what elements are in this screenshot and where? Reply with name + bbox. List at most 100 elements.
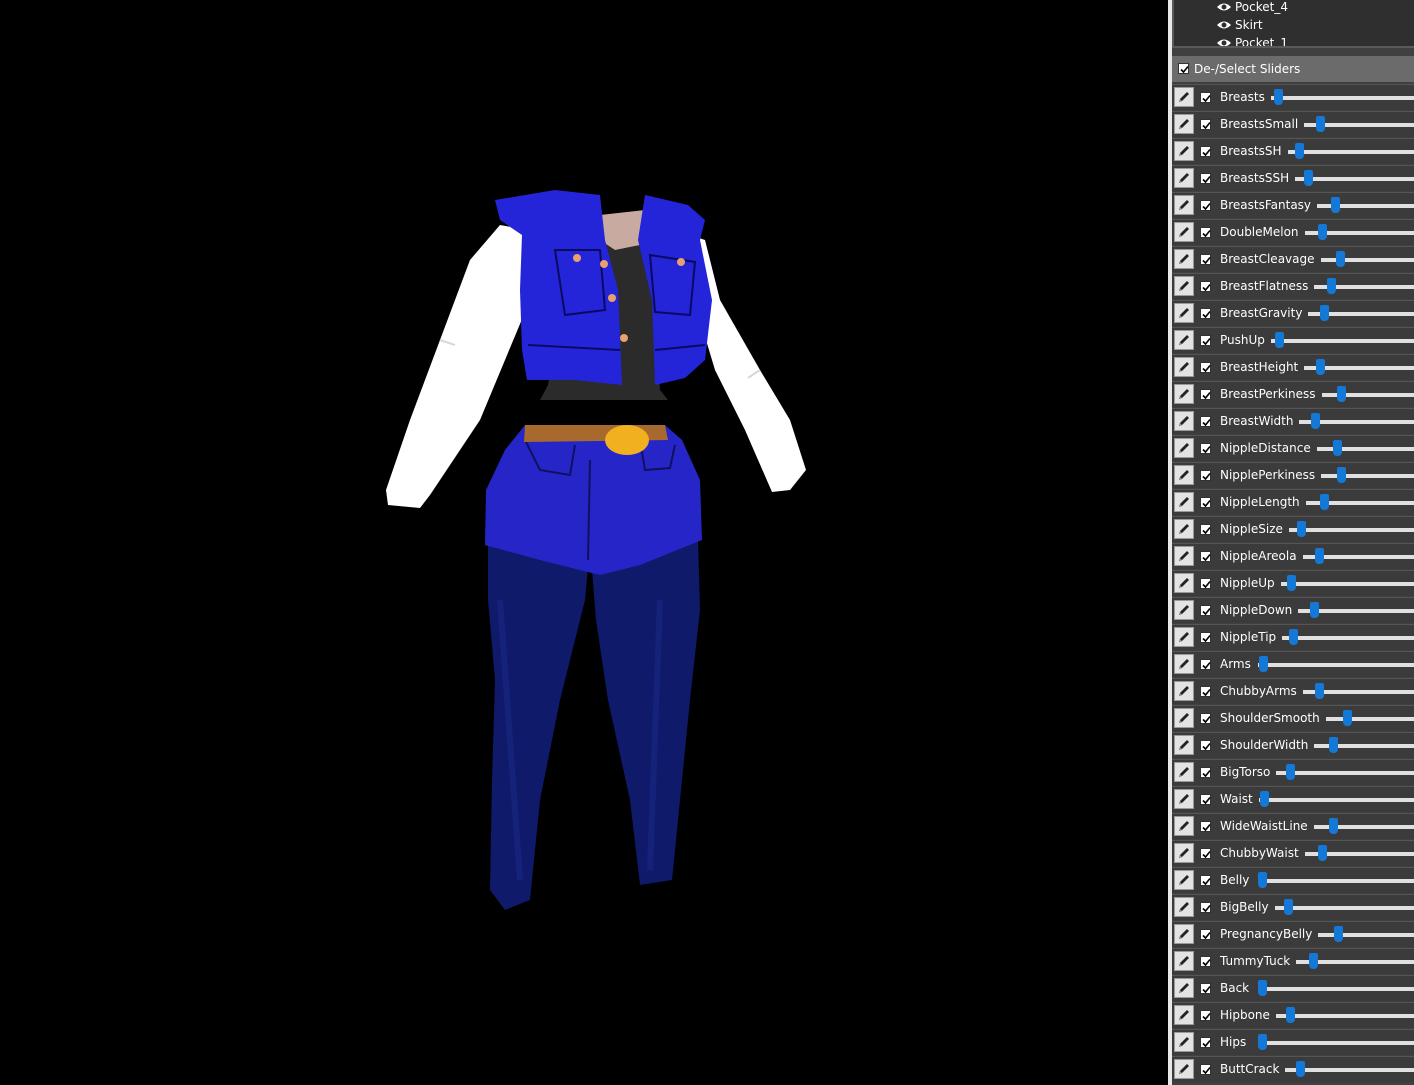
slider-edit-button[interactable] (1174, 681, 1194, 701)
slider-checkbox[interactable] (1200, 551, 1211, 562)
slider-thumb[interactable] (1258, 1034, 1267, 1050)
slider-track[interactable] (1258, 1041, 1414, 1045)
slider-thumb[interactable] (1289, 629, 1299, 645)
slider-thumb[interactable] (1310, 413, 1320, 429)
slider-checkbox[interactable] (1200, 470, 1211, 481)
slider-edit-button[interactable] (1174, 276, 1194, 296)
slider-edit-button[interactable] (1174, 249, 1194, 269)
slider-edit-button[interactable] (1174, 843, 1194, 863)
slider-edit-button[interactable] (1174, 924, 1194, 944)
slider-edit-button[interactable] (1174, 411, 1194, 431)
slider-checkbox[interactable] (1200, 767, 1211, 778)
slider-checkbox[interactable] (1200, 389, 1211, 400)
slider-edit-button[interactable] (1174, 1032, 1194, 1052)
slider-thumb[interactable] (1332, 440, 1342, 456)
slider-edit-button[interactable] (1174, 789, 1194, 809)
slider-thumb[interactable] (1258, 980, 1267, 996)
shape-tree[interactable]: Pocket_4 Skirt Pocket_1 (1172, 0, 1414, 48)
slider-track[interactable] (1276, 771, 1414, 775)
slider-checkbox[interactable] (1200, 119, 1211, 130)
slider-edit-button[interactable] (1174, 519, 1194, 539)
slider-checkbox[interactable] (1200, 362, 1211, 373)
slider-track[interactable] (1258, 663, 1414, 667)
slider-edit-button[interactable] (1174, 195, 1194, 215)
eye-icon[interactable] (1216, 2, 1232, 12)
slider-checkbox[interactable] (1200, 632, 1211, 643)
slider-checkbox[interactable] (1200, 92, 1211, 103)
slider-checkbox[interactable] (1200, 659, 1211, 670)
slider-checkbox[interactable] (1200, 524, 1211, 535)
slider-checkbox[interactable] (1200, 1064, 1211, 1075)
slider-thumb[interactable] (1275, 332, 1285, 348)
slider-track[interactable] (1321, 474, 1414, 478)
slider-checkbox[interactable] (1200, 281, 1211, 292)
slider-thumb[interactable] (1260, 791, 1270, 807)
slider-track[interactable] (1259, 798, 1414, 802)
slider-checkbox[interactable] (1200, 1037, 1211, 1048)
slider-checkbox[interactable] (1200, 902, 1211, 913)
slider-edit-button[interactable] (1174, 573, 1194, 593)
slider-checkbox[interactable] (1200, 254, 1211, 265)
slider-checkbox[interactable] (1200, 821, 1211, 832)
slider-thumb[interactable] (1284, 899, 1294, 915)
slider-edit-button[interactable] (1174, 114, 1194, 134)
slider-thumb[interactable] (1315, 548, 1325, 564)
slider-edit-button[interactable] (1174, 384, 1194, 404)
slider-checkbox[interactable] (1200, 686, 1211, 697)
slider-edit-button[interactable] (1174, 951, 1194, 971)
slider-thumb[interactable] (1295, 143, 1305, 159)
slider-checkbox[interactable] (1200, 416, 1211, 427)
slider-thumb[interactable] (1309, 953, 1319, 969)
slider-thumb[interactable] (1342, 710, 1352, 726)
slider-edit-button[interactable] (1174, 735, 1194, 755)
slider-checkbox[interactable] (1200, 200, 1211, 211)
slider-track[interactable] (1271, 339, 1414, 343)
slider-track[interactable] (1258, 987, 1414, 991)
slider-track[interactable] (1326, 717, 1414, 721)
slider-edit-button[interactable] (1174, 303, 1194, 323)
slider-edit-button[interactable] (1174, 87, 1194, 107)
slider-thumb[interactable] (1316, 116, 1326, 132)
slider-thumb[interactable] (1297, 521, 1307, 537)
slider-thumb[interactable] (1336, 386, 1346, 402)
slider-track[interactable] (1289, 528, 1414, 532)
slider-track[interactable] (1322, 393, 1414, 397)
slider-checkbox[interactable] (1200, 497, 1211, 508)
slider-thumb[interactable] (1331, 197, 1341, 213)
slider-thumb[interactable] (1258, 872, 1267, 888)
slider-thumb[interactable] (1303, 170, 1313, 186)
slider-thumb[interactable] (1329, 737, 1339, 753)
slider-track[interactable] (1275, 906, 1414, 910)
slider-thumb[interactable] (1336, 467, 1346, 483)
slider-thumb[interactable] (1287, 575, 1297, 591)
slider-edit-button[interactable] (1174, 627, 1194, 647)
slider-track[interactable] (1282, 636, 1414, 640)
slider-checkbox[interactable] (1200, 146, 1211, 157)
slider-checkbox[interactable] (1200, 227, 1211, 238)
slider-edit-button[interactable] (1174, 600, 1194, 620)
slider-thumb[interactable] (1318, 845, 1327, 861)
slider-checkbox[interactable] (1200, 713, 1211, 724)
slider-edit-button[interactable] (1174, 465, 1194, 485)
slider-checkbox[interactable] (1200, 578, 1211, 589)
slider-thumb[interactable] (1309, 602, 1319, 618)
slider-checkbox[interactable] (1200, 308, 1211, 319)
slider-edit-button[interactable] (1174, 816, 1194, 836)
slider-thumb[interactable] (1286, 1007, 1296, 1023)
slider-thumb[interactable] (1333, 926, 1343, 942)
slider-thumb[interactable] (1336, 251, 1346, 267)
slider-edit-button[interactable] (1174, 141, 1194, 161)
slider-track[interactable] (1317, 447, 1414, 451)
slider-thumb[interactable] (1273, 89, 1283, 105)
deselect-sliders-checkbox[interactable] (1178, 63, 1189, 74)
slider-thumb[interactable] (1315, 683, 1325, 699)
tree-item-pocket-1[interactable]: Pocket_1 (1216, 34, 1288, 46)
slider-track[interactable] (1258, 879, 1414, 883)
slider-edit-button[interactable] (1174, 357, 1194, 377)
slider-track[interactable] (1281, 582, 1414, 586)
slider-track[interactable] (1318, 933, 1414, 937)
slider-checkbox[interactable] (1200, 848, 1211, 859)
slider-thumb[interactable] (1319, 494, 1329, 510)
slider-thumb[interactable] (1326, 278, 1336, 294)
slider-edit-button[interactable] (1174, 1059, 1194, 1079)
